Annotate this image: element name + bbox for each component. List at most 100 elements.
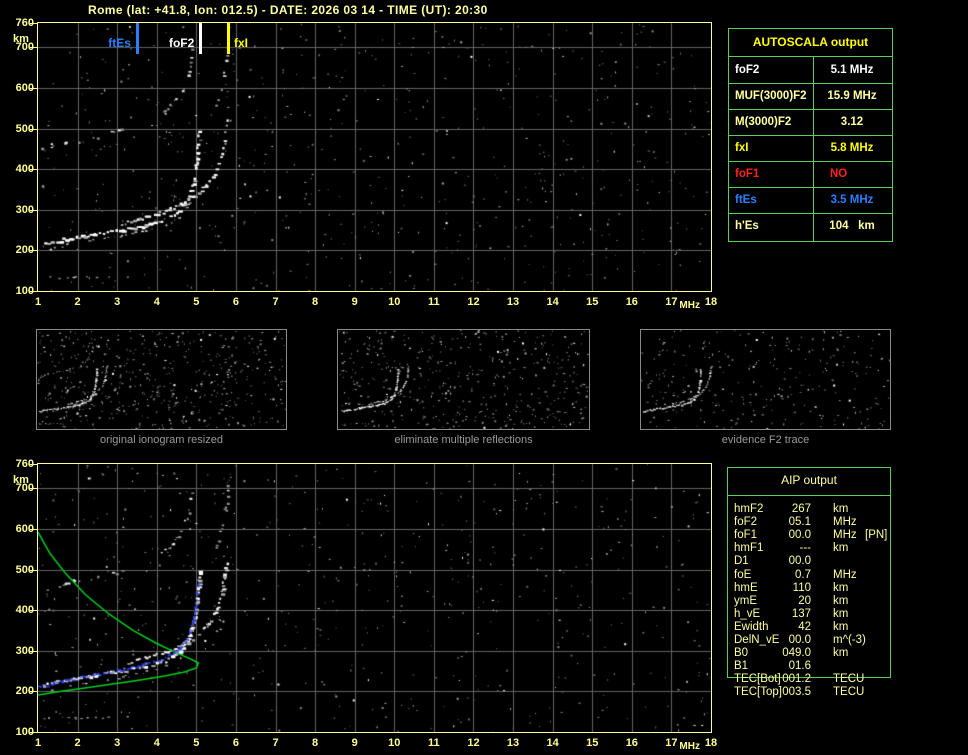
x-tick-label: 11 (428, 737, 440, 749)
aip-row-unit: km (833, 542, 849, 555)
aip-row-unit: MHz (833, 516, 857, 529)
y-tick-mark (30, 250, 37, 252)
y-tick-mark (30, 23, 37, 24)
autoscala-row-value: 5.8 MHz (830, 142, 874, 154)
y-tick-mark (30, 209, 37, 211)
autoscala-row-value: NO (830, 168, 848, 180)
x-tick-label: 1 (34, 296, 42, 308)
y-axis-unit: km (13, 474, 29, 486)
aip-row-value: 267 (791, 503, 811, 515)
x-tick-label: 9 (351, 737, 358, 749)
y-tick-mark (30, 610, 37, 612)
x-tick-label: 12 (467, 296, 480, 308)
aip-row-unit: km (833, 503, 849, 515)
aip-row: B0 049.0 km (727, 647, 891, 660)
x-tick-label: 5 (193, 737, 200, 749)
autoscala-row-border (729, 161, 892, 162)
aip-row-label: B1 (734, 660, 749, 673)
x-tick-label: 11 (428, 296, 440, 308)
aip-row-value: 00.0 (788, 555, 811, 568)
x-tick-label: 7 (272, 737, 279, 749)
autoscala-row-label: M(3000)F2 (735, 116, 792, 128)
autoscala-row-label: foF1 (735, 168, 760, 180)
aip-row-label: hmE (734, 581, 758, 594)
aip-row: TEC[Bot] 001.2 TECU (727, 673, 891, 686)
aip-table-divider (727, 495, 891, 496)
thumbnail-eliminate-canvas (338, 330, 589, 429)
x-tick-label: 13 (506, 737, 520, 749)
aip-row-note: [PN] (865, 529, 888, 542)
aip-row: Ewidth 42 km (727, 621, 891, 634)
aip-row-label: hmF1 (734, 542, 764, 555)
autoscala-row-value: 3.12 (840, 116, 864, 128)
x-tick-label: 6 (232, 296, 239, 308)
x-tick-label: 8 (312, 296, 319, 308)
aip-row: ymE 20 km (727, 595, 891, 608)
aip-row: TEC[Top] 003.5 TECU (727, 686, 891, 699)
aip-row-label: B0 (734, 647, 749, 660)
aip-row: foF1 00.0 MHz [PN] (727, 529, 891, 542)
aip-row-unit: TECU (833, 686, 865, 699)
foF2-marker-label: foF2 (168, 36, 195, 50)
aip-row-unit: m^(-3) (833, 634, 866, 646)
x-tick-label: 15 (586, 737, 599, 749)
aip-row-unit: km (833, 620, 849, 633)
aip-row-label: D1 (734, 555, 749, 568)
y-tick-mark (30, 650, 37, 652)
autoscala-row-border (729, 83, 892, 84)
aip-row-value: 049.0 (782, 647, 811, 660)
aip-row-label: foE (734, 568, 752, 581)
foF2-marker-line (199, 23, 203, 54)
aip-row: h_vE 137 km (727, 608, 891, 621)
y-tick-mark (30, 291, 37, 292)
autoscala-row-value: 15.9 MHz (827, 90, 877, 102)
x-tick-label: 7 (272, 296, 279, 308)
aip-row-label: foF2 (734, 516, 758, 529)
bottom-ionogram-canvas (38, 464, 711, 732)
x-tick-label: 16 (625, 296, 638, 308)
aip-row-value: 05.1 (788, 516, 811, 529)
aip-output-table: AIP output hmF2 267 km foF2 05.1 MHz foF1 00.0 MH… (727, 467, 891, 707)
x-axis-unit: MHz (679, 300, 700, 311)
y-axis-unit: km (13, 33, 29, 45)
x-tick-label: 5 (193, 296, 200, 308)
y-tick-mark (30, 488, 37, 490)
x-tick-label: 2 (74, 296, 81, 308)
aip-row-value: 00.0 (788, 634, 811, 646)
aip-row: hmE 110 km (727, 582, 891, 595)
x-tick-label: 4 (153, 737, 160, 749)
aip-row-label: ymE (734, 594, 757, 607)
x-tick-label: 2 (74, 737, 81, 749)
autoscala-row-border (729, 213, 892, 214)
x-tick-label: 18 (704, 296, 718, 308)
aip-row-value: 01.6 (788, 660, 811, 673)
x-tick-label: 14 (546, 296, 559, 308)
thumbnail-caption-original: original ionogram resized (100, 434, 223, 446)
aip-row: DelN_vE 00.0 m^(-3) (727, 634, 891, 647)
autoscala-table-title: AUTOSCALA output (729, 29, 892, 57)
x-tick-label: 4 (153, 296, 160, 308)
aip-row-value: 001.2 (782, 673, 811, 686)
autoscala-output-table: AUTOSCALA output foF2 5.1 MHz MUF(3000)F2 15… (728, 28, 893, 242)
aip-row-value: --- (799, 542, 812, 555)
fxI-marker-label: fxI (234, 36, 249, 50)
aip-row: D1 00.0 (727, 555, 891, 568)
aip-row-label: h_vE (734, 607, 761, 620)
fxI-marker-line (227, 23, 231, 54)
y-tick-mark (30, 528, 37, 530)
aip-row: hmF2 267 km (727, 503, 891, 516)
autoscala-row-value: 5.1 MHz (830, 64, 874, 76)
x-tick-label: 18 (704, 737, 718, 749)
x-tick-label: 3 (114, 296, 121, 308)
thumbnail-original-canvas (37, 330, 286, 429)
autoscala-row-label: fxI (735, 142, 749, 154)
x-axis-unit: MHz (679, 741, 700, 752)
aip-row-value: 110 (792, 581, 811, 594)
autoscala-row-label: foF2 (735, 64, 760, 76)
autoscala-row-label: h'Es (735, 220, 759, 232)
x-tick-label: 8 (312, 737, 319, 749)
bottom-ionogram-plot (37, 463, 712, 733)
y-tick-mark (30, 87, 37, 89)
aip-row: foF2 05.1 MHz (727, 516, 891, 529)
aip-row-value: 42 (798, 620, 811, 633)
